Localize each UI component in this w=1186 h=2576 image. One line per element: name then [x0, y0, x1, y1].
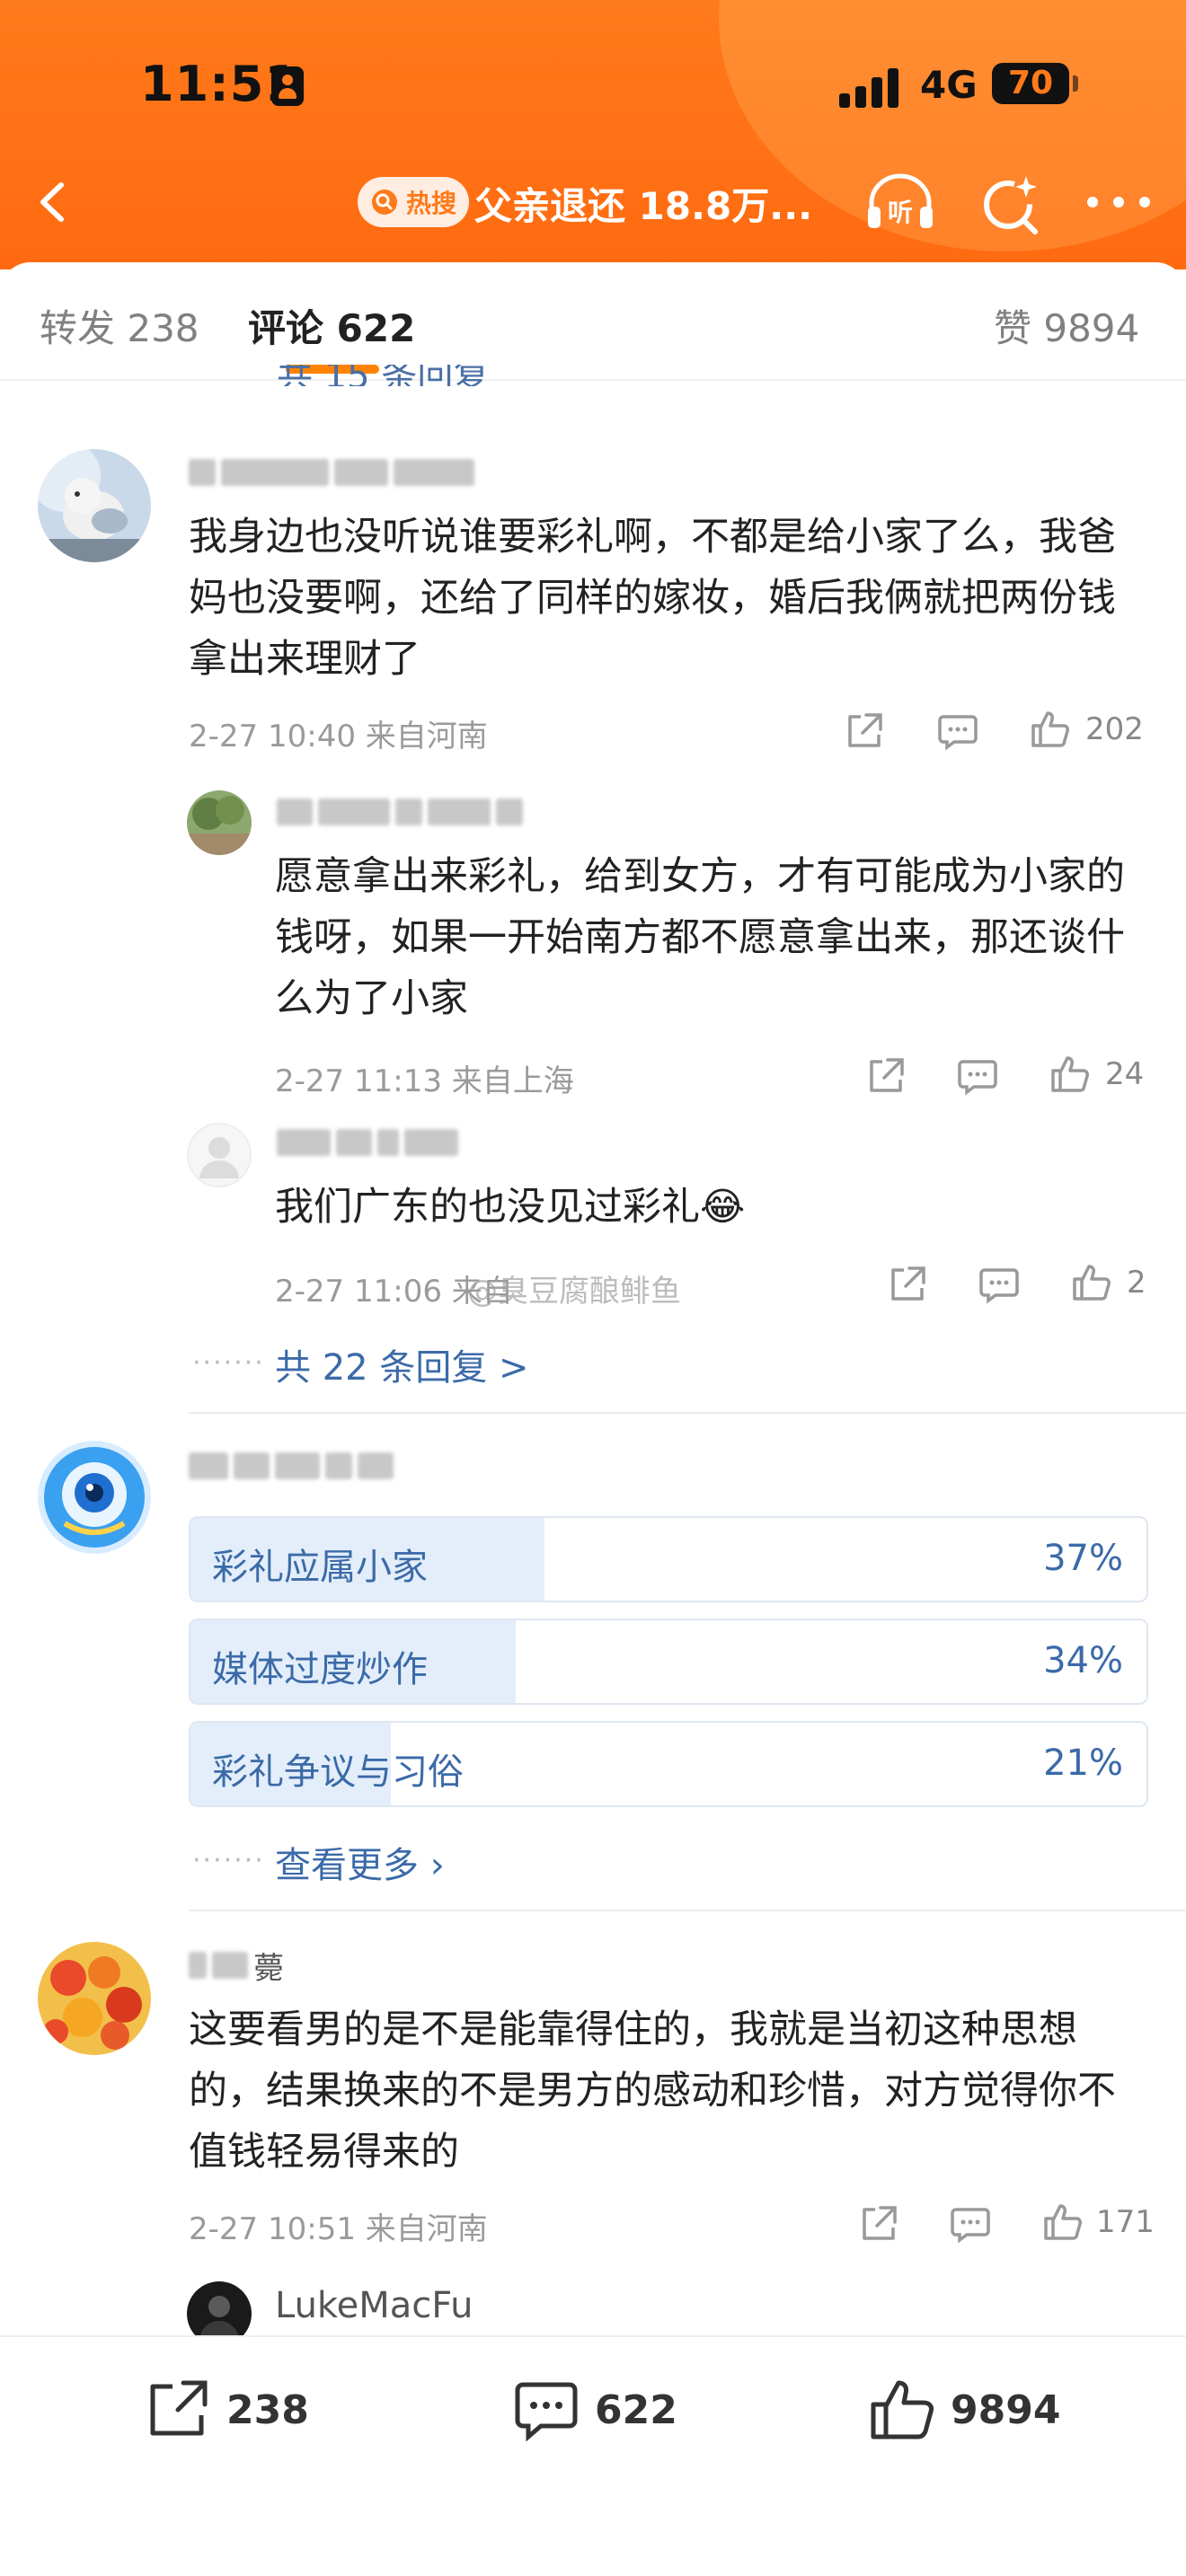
- comment-count: 622: [595, 2386, 677, 2433]
- reply-text-content: 我们广东的也没见过彩礼: [275, 1185, 700, 1230]
- like-icon[interactable]: [1040, 2201, 1084, 2244]
- poll-option[interactable]: 彩礼应属小家 37%: [189, 1516, 1148, 1602]
- avatar[interactable]: [38, 1942, 151, 2055]
- thumbs-up-icon: [871, 2380, 934, 2439]
- username-blurred[interactable]: [277, 1125, 458, 1160]
- like-icon[interactable]: [1069, 1261, 1112, 1304]
- poll-option[interactable]: 彩礼争议与习俗 21%: [189, 1721, 1148, 1807]
- headphones-listen-icon[interactable]: 听: [863, 171, 938, 235]
- username-blurred[interactable]: [189, 1448, 394, 1484]
- topic-title[interactable]: 父亲退还 18.8万...: [474, 176, 812, 231]
- poll-option-label: 彩礼争议与习俗: [212, 1751, 464, 1793]
- share-icon[interactable]: [843, 710, 886, 753]
- see-more-link[interactable]: 查看更多 ›: [275, 1836, 445, 1888]
- tree-avatar-icon: [187, 790, 252, 855]
- repost-button[interactable]: 238: [144, 2369, 309, 2450]
- like-count: 9894: [951, 2386, 1061, 2433]
- battery-icon: 70: [992, 63, 1069, 104]
- comment-icon[interactable]: [936, 710, 979, 753]
- divider: [189, 1910, 1186, 1911]
- share-icon[interactable]: [886, 1263, 929, 1306]
- share-icon[interactable]: [857, 2202, 900, 2245]
- poll-option-percent: 37%: [1043, 1538, 1123, 1579]
- tab-likes[interactable]: 赞 9894: [994, 298, 1139, 353]
- like-count: 24: [1105, 1056, 1145, 1092]
- signal-icon: [839, 68, 902, 108]
- avatar[interactable]: [187, 790, 252, 855]
- poll-option[interactable]: 媒体过度炒作 34%: [189, 1619, 1148, 1705]
- nav-row: 热搜 父亲退还 18.8万... 听: [0, 162, 1186, 243]
- like-icon[interactable]: [1028, 708, 1071, 751]
- reply-text: 愿意拿出来彩礼，给到女方，才有可能成为小家的钱呀，如果一开始南方都不愿意拿出来，…: [275, 854, 1125, 1021]
- like-button[interactable]: 9894: [868, 2369, 1060, 2450]
- bottom-action-bar: 238 622 9894: [0, 2335, 1186, 2576]
- reply-text: 我们广东的也没见过彩礼😂: [275, 1177, 745, 1238]
- battery-tip: [1073, 75, 1078, 92]
- share-icon[interactable]: [864, 1054, 907, 1098]
- comment-button[interactable]: 622: [512, 2369, 677, 2450]
- ai-search-icon[interactable]: [979, 172, 1042, 235]
- tab-bar: 转发 238 评论 622 赞 9894: [0, 262, 1186, 381]
- poll-option-percent: 34%: [1043, 1640, 1123, 1681]
- comment-meta: 2-27 10:40 来自河南: [189, 719, 488, 754]
- tab-reposts[interactable]: 转发 238: [40, 298, 199, 353]
- hot-search-label: 热搜: [406, 189, 457, 218]
- network-type: 4G: [920, 63, 978, 107]
- poll-option-label: 彩礼应属小家: [212, 1547, 428, 1588]
- tab-comments[interactable]: 评论 622: [248, 298, 415, 353]
- comment-icon[interactable]: [949, 2202, 992, 2245]
- hot-search-badge[interactable]: 热搜: [358, 177, 470, 227]
- repost-icon: [150, 2380, 208, 2436]
- comment-icon[interactable]: [978, 1263, 1021, 1306]
- repost-count: 238: [226, 2386, 309, 2433]
- like-count: 202: [1085, 711, 1144, 747]
- comment-meta: 2-27 10:51 来自河南: [189, 2211, 488, 2247]
- avatar[interactable]: [38, 1441, 151, 1554]
- default-avatar-icon: [199, 1137, 239, 1178]
- laughing-emoji-icon: 😂: [700, 1185, 746, 1230]
- dots-leader: ·······: [192, 1347, 265, 1379]
- comment-icon: [515, 2382, 578, 2442]
- like-icon[interactable]: [1048, 1053, 1091, 1096]
- username-visible-part: 薨: [253, 1950, 284, 1987]
- fruit-avatar-icon: [38, 1942, 151, 2055]
- poll-option-label: 媒体过度炒作: [212, 1649, 428, 1690]
- bird-avatar-icon: [38, 449, 151, 562]
- like-count: 171: [1096, 2204, 1155, 2240]
- focus-person-icon: [271, 66, 304, 106]
- like-count: 2: [1127, 1265, 1146, 1301]
- comment-icon[interactable]: [956, 1054, 999, 1098]
- mascot-avatar-icon: [38, 1441, 151, 1554]
- divider: [189, 1412, 1186, 1414]
- username-blurred[interactable]: [277, 794, 523, 830]
- avatar[interactable]: [38, 449, 151, 562]
- header: 11:51 4G 70 热搜 父亲退还 18.8万... 听: [0, 0, 1186, 269]
- comment-text: 我身边也没听说谁要彩礼啊，不都是给小家了么，我爸妈也没要啊，还给了同样的嫁妆，婚…: [189, 515, 1116, 682]
- watermark: @臭豆腐酿鲱鱼: [467, 1274, 681, 1310]
- status-bar: 11:51 4G 70: [0, 0, 1186, 171]
- dots-leader: ·······: [192, 1845, 265, 1876]
- listen-label: 听: [888, 198, 913, 227]
- search-icon: [372, 190, 397, 215]
- comment-text: 这要看男的是不是能靠得住的，我就是当初这种思想的，结果换来的不是男方的感动和珍惜…: [189, 2007, 1116, 2175]
- reply-meta: 2-27 11:13 来自上海: [275, 1063, 574, 1099]
- back-arrow-icon[interactable]: [31, 180, 75, 225]
- avatar[interactable]: [187, 1123, 252, 1187]
- poll-option-percent: 21%: [1043, 1742, 1123, 1784]
- username-blurred[interactable]: [189, 454, 474, 490]
- username-partial[interactable]: 薨: [189, 1947, 284, 1987]
- reply-username[interactable]: LukeMacFu: [275, 2285, 473, 2326]
- more-options-icon[interactable]: [1087, 180, 1150, 225]
- more-replies-link[interactable]: 共 22 条回复 >: [275, 1338, 529, 1390]
